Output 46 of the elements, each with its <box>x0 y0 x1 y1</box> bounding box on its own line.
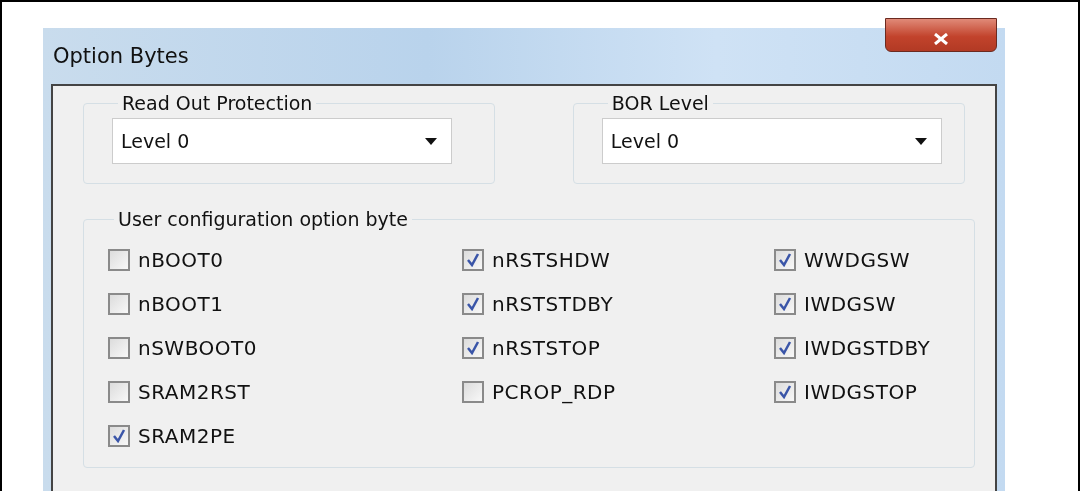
checkbox-label: SRAM2PE <box>138 424 236 448</box>
group-label: Read Out Protection <box>121 92 314 114</box>
window-title: Option Bytes <box>53 44 189 68</box>
checkbox[interactable] <box>108 249 130 271</box>
dropdown-value: Level 0 <box>610 130 680 152</box>
dropdown-value: Level 0 <box>121 130 190 152</box>
checkbox[interactable] <box>108 425 130 447</box>
checkbox-label: WWDGSW <box>804 248 910 272</box>
checkbox-label: IWDGSTOP <box>804 380 918 404</box>
checkmark-icon <box>466 297 480 311</box>
checkbox-label: nRSTSTDBY <box>492 292 614 316</box>
checkmark-icon <box>778 297 792 311</box>
checkbox[interactable] <box>462 381 484 403</box>
checkbox-label: IWDGSW <box>804 292 897 316</box>
checkbox-label: SRAM2RST <box>138 380 251 404</box>
checkmark-icon <box>112 429 126 443</box>
checkbox-label: nBOOT1 <box>138 292 224 316</box>
checkbox[interactable] <box>462 293 484 315</box>
checkbox[interactable] <box>774 381 796 403</box>
dropdown-arrow-icon <box>425 137 437 145</box>
checkbox[interactable] <box>108 293 130 315</box>
checkbox-label: nSWBOOT0 <box>138 336 257 360</box>
checkbox-label: nRSTSHDW <box>492 248 611 272</box>
checkbox-label: IWDGSTDBY <box>804 336 931 360</box>
dropdown[interactable]: Level 0 <box>112 118 452 164</box>
checkbox[interactable] <box>774 249 796 271</box>
checkmark-icon <box>466 341 480 355</box>
group-label: BOR Level <box>610 92 710 114</box>
dropdown[interactable]: Level 0 <box>601 118 942 164</box>
checkbox[interactable] <box>108 337 130 359</box>
checkmark-icon <box>778 385 792 399</box>
checkbox[interactable] <box>462 249 484 271</box>
checkbox[interactable] <box>108 381 130 403</box>
checkbox[interactable] <box>774 337 796 359</box>
checkbox[interactable] <box>462 337 484 359</box>
close-icon <box>933 33 949 45</box>
checkmark-icon <box>778 341 792 355</box>
group-label: User configuration option byte <box>117 208 409 230</box>
checkbox[interactable] <box>774 293 796 315</box>
checkbox-label: nBOOT0 <box>138 248 224 272</box>
checkmark-icon <box>778 253 792 267</box>
dropdown-arrow-icon <box>914 137 927 145</box>
checkbox-label: PCROP_RDP <box>492 380 616 404</box>
checkbox-label: nRSTSTOP <box>492 336 601 360</box>
checkmark-icon <box>466 253 480 267</box>
close-button[interactable] <box>885 18 997 52</box>
